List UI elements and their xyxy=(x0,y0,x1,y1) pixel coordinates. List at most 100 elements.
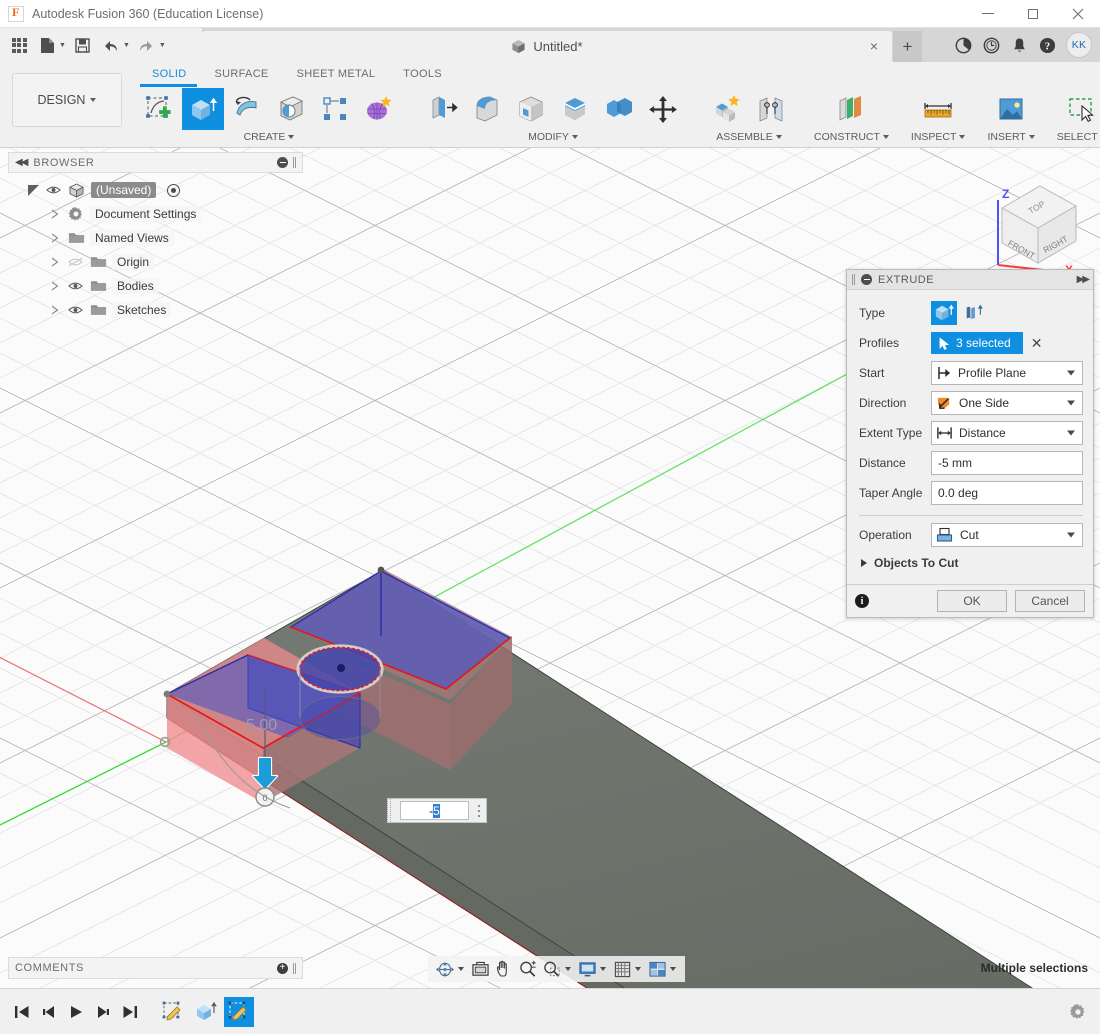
redo-icon[interactable] xyxy=(134,32,160,58)
dialog-grip-icon[interactable] xyxy=(852,274,855,285)
viewports-caret-icon[interactable] xyxy=(670,967,676,971)
app-grid-icon[interactable] xyxy=(6,32,32,58)
panel-grip-icon[interactable] xyxy=(293,157,296,168)
avatar[interactable]: KK xyxy=(1066,32,1092,58)
viewports-icon[interactable] xyxy=(646,958,668,980)
ok-button[interactable]: OK xyxy=(937,590,1007,612)
draft-icon[interactable] xyxy=(554,88,596,130)
tab-surface[interactable]: SURFACE xyxy=(201,68,283,80)
expand-arrow-icon[interactable] xyxy=(48,257,62,267)
insert-image-icon[interactable] xyxy=(990,88,1032,130)
revolve-icon[interactable] xyxy=(226,88,268,130)
job-status-icon[interactable] xyxy=(952,34,974,56)
minimize-icon[interactable] xyxy=(965,0,1010,28)
visibility-eye-icon[interactable] xyxy=(45,185,62,195)
shell-icon[interactable] xyxy=(510,88,552,130)
profiles-selection-button[interactable]: 3 selected xyxy=(931,332,1023,354)
combine-icon[interactable] xyxy=(598,88,640,130)
notifications-icon[interactable] xyxy=(1008,34,1030,56)
select-window-icon[interactable] xyxy=(1061,88,1100,130)
offset-plane-icon[interactable] xyxy=(830,88,872,130)
redo-caret-icon[interactable]: ▼ xyxy=(159,42,166,49)
save-icon[interactable] xyxy=(70,32,96,58)
go-to-beginning-icon[interactable] xyxy=(10,999,34,1025)
undo-icon[interactable] xyxy=(98,32,124,58)
tree-row-document-settings[interactable]: Document Settings xyxy=(8,202,303,226)
look-at-icon[interactable] xyxy=(469,958,491,980)
tree-row-bodies[interactable]: Bodies xyxy=(8,274,303,298)
taper-angle-input[interactable]: 0.0 deg xyxy=(931,481,1083,505)
grid-snaps-icon[interactable] xyxy=(611,958,633,980)
hole-icon[interactable] xyxy=(270,88,312,130)
tab-close-icon[interactable]: × xyxy=(870,39,878,53)
zoom-icon[interactable] xyxy=(517,958,539,980)
orbit-caret-icon[interactable] xyxy=(458,967,464,971)
tree-row-named-views[interactable]: Named Views xyxy=(8,226,303,250)
panel-label-inspect[interactable]: INSPECT xyxy=(911,131,966,143)
recent-icon[interactable] xyxy=(980,34,1002,56)
view-cube[interactable]: Z X TOP FRONT RIGHT xyxy=(980,160,1090,277)
extrude-icon[interactable] xyxy=(182,88,224,130)
tab-solid[interactable]: SOLID xyxy=(138,68,201,80)
sketch-edit-feature-icon[interactable] xyxy=(224,996,254,1027)
distance-input[interactable]: -5 mm xyxy=(931,451,1083,475)
step-back-icon[interactable] xyxy=(37,999,61,1025)
activate-component-radio[interactable] xyxy=(167,183,181,197)
expand-arrow-icon[interactable] xyxy=(48,209,62,219)
undo-caret-icon[interactable]: ▼ xyxy=(123,42,130,49)
profile-extrude-icon[interactable] xyxy=(931,301,957,325)
expand-arrow-icon[interactable] xyxy=(48,233,62,243)
panel-minus-icon[interactable] xyxy=(277,157,288,168)
panel-label-modify[interactable]: MODIFY xyxy=(528,131,578,143)
step-forward-icon[interactable] xyxy=(91,999,115,1025)
move-copy-icon[interactable] xyxy=(642,88,684,130)
extrude-dialog[interactable]: EXTRUDE ▶▶ Type Profiles 3 selected ✕ St… xyxy=(846,269,1094,618)
display-settings-icon[interactable] xyxy=(576,958,598,980)
tree-row-sketches[interactable]: Sketches xyxy=(8,298,303,322)
dialog-collapse-icon[interactable] xyxy=(861,274,872,285)
collapse-left-icon[interactable]: ◀◀ xyxy=(15,157,28,168)
file-icon[interactable] xyxy=(34,32,60,58)
extent-type-combo[interactable]: Distance xyxy=(931,421,1083,445)
tree-row-unsaved[interactable]: (Unsaved) xyxy=(8,178,303,202)
timeline-settings-icon[interactable] xyxy=(1066,999,1090,1025)
fillet-icon[interactable] xyxy=(466,88,508,130)
workspace-selector[interactable]: DESIGN xyxy=(12,73,122,127)
objects-to-cut-section[interactable]: Objects To Cut xyxy=(859,550,1083,576)
panel-label-construct[interactable]: CONSTRUCT xyxy=(814,131,889,143)
direction-combo[interactable]: One Side xyxy=(931,391,1083,415)
create-form-icon[interactable] xyxy=(358,88,400,130)
panel-label-create[interactable]: CREATE xyxy=(244,131,295,143)
help-icon[interactable]: ? xyxy=(1036,34,1058,56)
dialog-header[interactable]: EXTRUDE ▶▶ xyxy=(847,270,1093,290)
document-tab[interactable]: Untitled* × xyxy=(202,31,892,62)
expand-arrow-icon[interactable] xyxy=(26,184,40,196)
create-sketch-icon[interactable] xyxy=(138,88,180,130)
manipulator-value-input[interactable]: -5 xyxy=(400,801,469,820)
joint-icon[interactable] xyxy=(750,88,792,130)
visibility-eye-icon[interactable] xyxy=(67,281,84,291)
panel-label-insert[interactable]: INSERT xyxy=(987,131,1035,143)
zoom-window-caret-icon[interactable] xyxy=(565,967,571,971)
tab-sheet-metal[interactable]: SHEET METAL xyxy=(283,68,390,80)
file-menu-caret-icon[interactable]: ▼ xyxy=(59,42,66,49)
rectangular-pattern-icon[interactable] xyxy=(314,88,356,130)
operation-combo[interactable]: Cut xyxy=(931,523,1083,547)
add-comment-icon[interactable]: + xyxy=(277,962,288,974)
orbit-icon[interactable] xyxy=(434,958,456,980)
panel-grip-icon[interactable] xyxy=(293,962,296,974)
measure-icon[interactable] xyxy=(917,88,959,130)
expand-arrow-icon[interactable] xyxy=(48,305,62,315)
play-icon[interactable] xyxy=(64,999,88,1025)
display-settings-caret-icon[interactable] xyxy=(600,967,606,971)
press-pull-icon[interactable] xyxy=(422,88,464,130)
cancel-button[interactable]: Cancel xyxy=(1015,590,1085,612)
visibility-eye-icon[interactable] xyxy=(67,305,84,315)
info-icon[interactable]: i xyxy=(855,594,869,608)
grid-snaps-caret-icon[interactable] xyxy=(635,967,641,971)
visibility-eye-icon[interactable] xyxy=(67,257,84,267)
start-combo[interactable]: Profile Plane xyxy=(931,361,1083,385)
new-tab-button[interactable]: + xyxy=(893,31,922,62)
new-component-icon[interactable] xyxy=(706,88,748,130)
maximize-icon[interactable] xyxy=(1010,0,1055,28)
